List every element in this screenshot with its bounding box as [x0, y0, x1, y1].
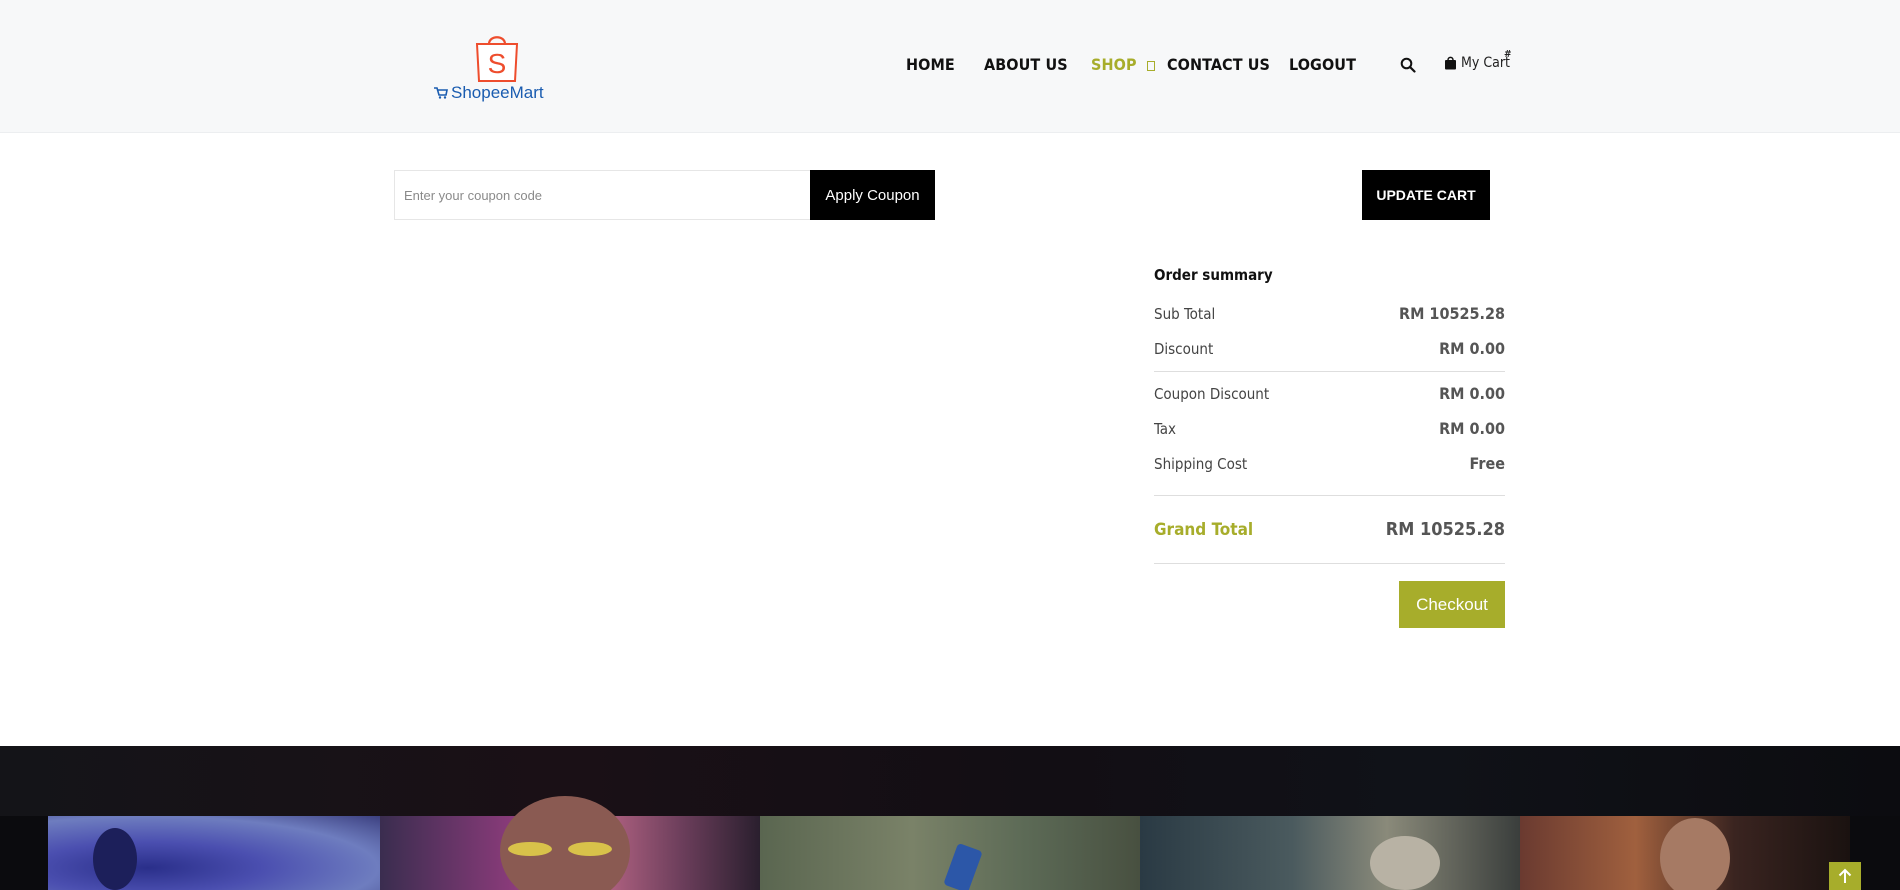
yellow-eyeshadow [568, 842, 612, 856]
cart-count-badge: # [1504, 49, 1512, 60]
summary-label: Sub Total [1154, 304, 1216, 323]
shopping-bag-icon [1445, 56, 1456, 70]
search-icon[interactable] [1400, 57, 1416, 73]
grand-total-label: Grand Total [1154, 519, 1254, 540]
arrow-up-icon [1838, 868, 1852, 883]
divider [1154, 563, 1505, 564]
summary-value: RM 0.00 [1439, 384, 1505, 403]
gallery-photo-5[interactable] [1520, 816, 1850, 890]
my-cart-label: My Cart [1461, 55, 1510, 71]
nav-shop[interactable]: SHOP [1091, 55, 1155, 74]
summary-label: Shipping Cost [1154, 454, 1248, 473]
gallery-photo-1[interactable] [48, 816, 380, 890]
logo-letter: S [488, 48, 507, 79]
blue-label [943, 842, 983, 890]
nav-shop-label: SHOP [1091, 55, 1137, 74]
gallery-photo-3[interactable] [760, 816, 1140, 890]
logo-wordmark: ShopeeMart [434, 83, 544, 103]
gallery-photo-2[interactable] [380, 796, 760, 890]
nav-about-us[interactable]: ABOUT US [984, 55, 1068, 74]
yellow-eyeshadow [508, 842, 552, 856]
divider [1154, 371, 1505, 372]
dropdown-caret-icon [1146, 61, 1155, 71]
summary-row-discount: Discount RM 0.00 [1154, 331, 1505, 366]
grand-total-row: Grand Total RM 10525.28 [1154, 496, 1505, 563]
footer-background [0, 746, 1900, 816]
checkout-button[interactable]: Checkout [1399, 581, 1505, 628]
head-hair [1370, 836, 1440, 890]
summary-row-coupon-discount: Coupon Discount RM 0.00 [1154, 376, 1505, 411]
my-cart-link[interactable]: My Cart # [1444, 49, 1512, 71]
site-header: S ShopeeMart HOME ABOUT US SHOP CONTACT … [0, 0, 1900, 133]
summary-row-tax: Tax RM 0.00 [1154, 411, 1505, 446]
update-cart-button[interactable]: UPDATE CART [1362, 170, 1490, 220]
apply-coupon-button[interactable]: Apply Coupon [810, 170, 935, 220]
summary-value: RM 0.00 [1439, 339, 1505, 358]
site-logo[interactable]: S ShopeeMart [434, 32, 550, 108]
summary-value: RM 10525.28 [1399, 304, 1505, 323]
gallery-photo-4[interactable] [1140, 816, 1520, 890]
summary-row-shipping: Shipping Cost Free [1154, 446, 1505, 481]
summary-label: Discount [1154, 339, 1214, 358]
order-summary: Order summary Sub Total RM 10525.28 Disc… [1154, 266, 1505, 628]
brand-name: ShopeeMart [451, 83, 544, 102]
footer-gallery [0, 746, 1900, 890]
nav-home[interactable]: HOME [906, 55, 955, 74]
nav-contact-us[interactable]: CONTACT US [1167, 55, 1270, 74]
grand-total-value: RM 10525.28 [1385, 519, 1505, 540]
summary-value: Free [1469, 454, 1505, 473]
summary-label: Coupon Discount [1154, 384, 1270, 403]
face-portrait [1660, 818, 1730, 890]
nav-logout[interactable]: LOGOUT [1289, 55, 1356, 74]
order-summary-title: Order summary [1154, 266, 1273, 284]
summary-label: Tax [1154, 419, 1177, 438]
person-silhouette [93, 828, 137, 890]
summary-row-subtotal: Sub Total RM 10525.28 [1154, 296, 1505, 331]
cart-mini-icon [434, 87, 448, 99]
scroll-to-top-button[interactable] [1829, 862, 1861, 890]
coupon-code-input[interactable] [394, 170, 811, 220]
shopping-bag-logo-icon: S [475, 36, 519, 82]
summary-value: RM 0.00 [1439, 419, 1505, 438]
